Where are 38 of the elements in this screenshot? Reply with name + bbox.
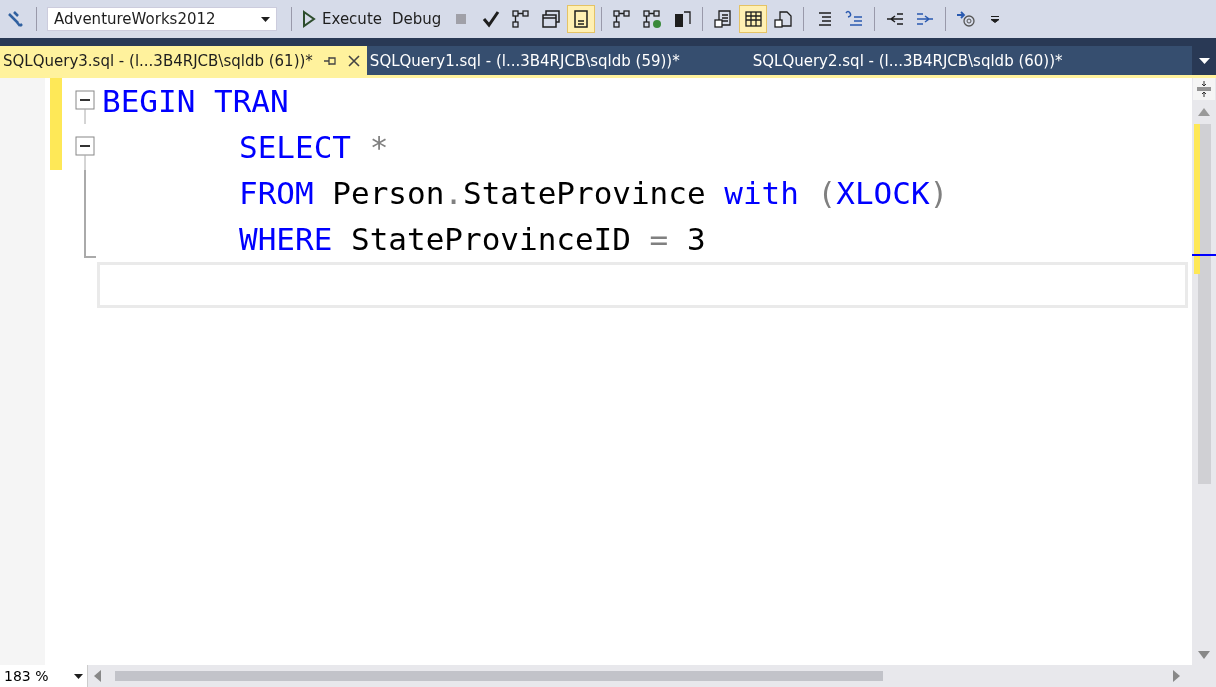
overflow-icon [991,15,1000,23]
scroll-left-icon[interactable] [94,670,101,682]
code-line: SELECT * [239,129,389,165]
database-dropdown[interactable]: AdventureWorks2012 [47,7,277,31]
plug-icon [6,9,26,29]
document-icon [713,9,734,29]
file-icon [773,9,794,29]
document-tab[interactable]: SQLQuery2.sql - (l...3B4RJCB\sqldb (60))* [749,46,1133,75]
toolbar-button[interactable] [567,5,596,33]
toolbar-button[interactable] [739,5,768,33]
windows-icon [541,9,562,29]
check-icon [481,9,502,29]
fold-line [83,170,86,216]
document-tab[interactable]: SQLQuery3.sql - (l...3B4RJCB\sqldb (61))* [0,46,367,75]
code-line: WHERE StateProvinceID = 3 [239,221,706,257]
arrow-at-icon [956,9,977,29]
execute-button[interactable]: Execute [298,5,386,33]
diagram-icon [511,9,532,29]
code-line: BEGIN TRAN [102,83,289,119]
tab-list-icon[interactable] [1198,57,1210,64]
diagram-icon [612,9,633,29]
scroll-down-icon[interactable] [1198,651,1210,659]
split-icon[interactable] [1193,78,1215,100]
zoom-dropdown[interactable]: 183 % [0,665,88,687]
caret-icon [74,673,83,679]
diagram-check-icon [642,9,663,29]
grid-icon [743,9,764,29]
document-tab[interactable]: SQLQuery1.sql - (l...3B4RJCB\sqldb (59))* [366,46,750,75]
code-line: FROM Person.StateProvince with (XLOCK) [239,175,949,211]
close-icon[interactable] [346,53,361,68]
play-icon [302,9,316,29]
fold-end-line [83,216,96,258]
server-icon [672,9,693,29]
scroll-right-icon[interactable] [1173,670,1180,682]
lines-icon [844,9,865,29]
debug-button[interactable]: Debug [388,5,446,33]
pin-icon[interactable] [322,54,337,67]
caret-icon [261,16,270,22]
